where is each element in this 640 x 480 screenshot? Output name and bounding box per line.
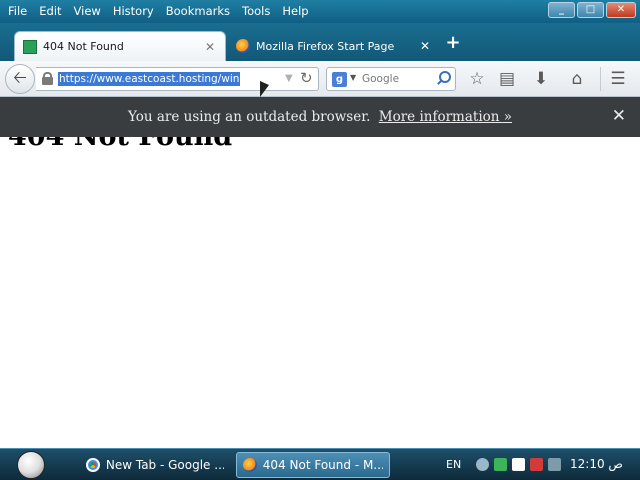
tray-app-icon[interactable]: [476, 458, 489, 471]
mouse-cursor-icon: [260, 81, 274, 99]
tab-404-not-found[interactable]: 404 Not Found ✕: [14, 31, 226, 61]
navigation-toolbar: https://www.eastcoast.hosting/win ▼ ↻ 🡠 …: [0, 61, 640, 97]
engine-dropdown-icon[interactable]: ▼: [350, 73, 356, 82]
hamburger-menu-icon[interactable]: ☰: [606, 67, 630, 91]
outdated-browser-notification: You are using an outdated browser. More …: [0, 97, 640, 137]
tab-firefox-start-page[interactable]: Mozilla Firefox Start Page ✕: [228, 31, 440, 61]
reload-icon[interactable]: ↻: [300, 69, 313, 87]
tray-network-icon[interactable]: [548, 458, 561, 471]
taskbar-item-label: New Tab - Google ...: [105, 458, 224, 472]
tab-title: 404 Not Found: [43, 40, 124, 53]
tray-antivirus-icon[interactable]: [530, 458, 543, 471]
lock-icon[interactable]: [42, 72, 53, 85]
back-button[interactable]: 🡠: [5, 64, 35, 94]
language-indicator[interactable]: EN: [446, 458, 461, 471]
tray-security-icon[interactable]: [494, 458, 507, 471]
menu-bookmarks[interactable]: Bookmarks: [160, 2, 236, 20]
tray-shield-icon[interactable]: [512, 458, 525, 471]
url-text[interactable]: https://www.eastcoast.hosting/win: [58, 72, 241, 86]
menu-help[interactable]: Help: [276, 2, 314, 20]
firefox-icon: [236, 39, 250, 53]
notification-close-icon[interactable]: ✕: [612, 106, 626, 126]
start-button[interactable]: [17, 451, 45, 479]
new-tab-button[interactable]: +: [444, 34, 462, 52]
close-window-button[interactable]: ✕: [606, 2, 636, 18]
tab-close-icon[interactable]: ✕: [418, 39, 432, 53]
notification-message: You are using an outdated browser.: [127, 109, 371, 125]
taskbar-item-chrome[interactable]: New Tab - Google ...: [80, 452, 230, 478]
system-tray: EN 12:10 ص: [440, 449, 640, 480]
firefox-icon: [243, 458, 257, 472]
search-placeholder[interactable]: Google: [362, 73, 399, 85]
taskbar-item-firefox[interactable]: 404 Not Found - M...: [236, 452, 390, 478]
history-dropdown-icon[interactable]: ▼: [285, 73, 293, 84]
toolbar-divider: [600, 67, 601, 91]
page-title: 404 Not Found: [8, 137, 232, 152]
menu-file[interactable]: File: [2, 2, 33, 20]
tab-strip: 404 Not Found ✕ Mozilla Firefox Start Pa…: [0, 23, 640, 61]
search-bar[interactable]: g ▼ Google: [326, 67, 456, 91]
restore-button[interactable]: □: [577, 2, 604, 18]
menu-edit[interactable]: Edit: [33, 2, 67, 20]
home-icon[interactable]: ⌂: [565, 67, 589, 91]
tab-close-icon[interactable]: ✕: [203, 40, 217, 54]
title-bar: File Edit View History Bookmarks Tools H…: [0, 0, 640, 23]
taskbar: New Tab - Google ... 404 Not Found - M..…: [0, 448, 640, 480]
chrome-icon: [86, 458, 100, 472]
bookmark-star-icon[interactable]: ☆: [465, 67, 489, 91]
menu-bar: File Edit View History Bookmarks Tools H…: [2, 2, 315, 20]
menu-tools[interactable]: Tools: [236, 2, 276, 20]
tab-title: Mozilla Firefox Start Page: [256, 39, 395, 53]
url-bar[interactable]: https://www.eastcoast.hosting/win ▼ ↻: [36, 67, 319, 91]
clock[interactable]: 12:10 ص: [570, 457, 623, 471]
window-controls: _ □ ✕: [548, 2, 636, 18]
menu-view[interactable]: View: [68, 2, 107, 20]
search-icon[interactable]: [435, 70, 451, 86]
downloads-icon[interactable]: ⬇: [529, 67, 553, 91]
browser-window: File Edit View History Bookmarks Tools H…: [0, 0, 640, 480]
notification-text: You are using an outdated browser. More …: [0, 109, 640, 125]
more-information-link[interactable]: More information »: [379, 109, 512, 125]
taskbar-item-label: 404 Not Found - M...: [262, 458, 383, 472]
page-content: 404 Not Found: [0, 137, 640, 448]
page-icon: [23, 39, 37, 54]
google-engine-icon[interactable]: g: [332, 72, 347, 87]
menu-history[interactable]: History: [107, 2, 160, 20]
minimize-button[interactable]: _: [548, 2, 575, 18]
bookmarks-menu-icon[interactable]: ▤: [495, 67, 519, 91]
